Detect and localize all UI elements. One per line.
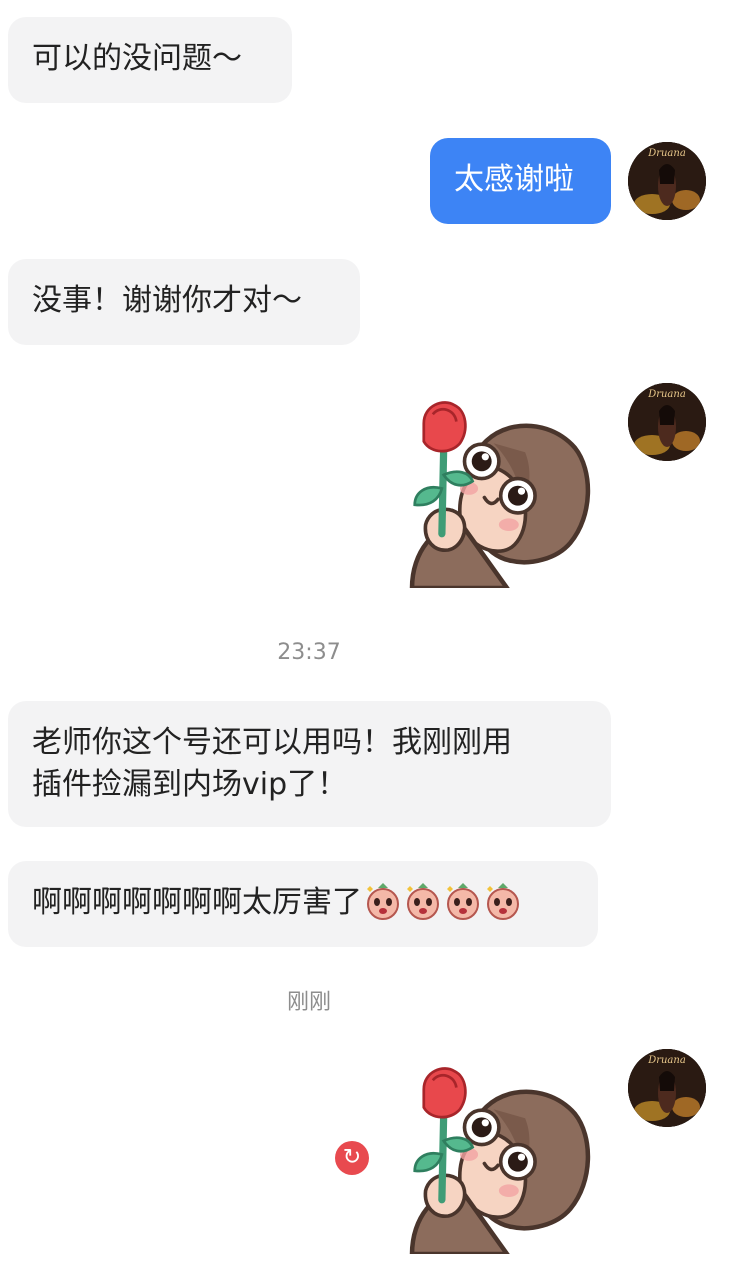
surprised-peach-emoji-icon — [366, 882, 399, 920]
timestamp: 刚刚 — [286, 990, 331, 1015]
incoming-message: 老师你这个号还可以用吗！我刚刚用 插件捡漏到内场vip了！ — [8, 701, 611, 827]
message-text: 太感谢啦 — [454, 162, 574, 197]
avatar[interactable]: Druana — [628, 1049, 706, 1127]
outgoing-message: 太感谢啦 — [430, 138, 611, 224]
resend-icon[interactable]: ↻ — [335, 1141, 369, 1175]
message-text: 啊啊啊啊啊啊啊太厉害了 — [32, 885, 362, 920]
avatar-label: Druana — [647, 1055, 686, 1066]
surprised-peach-emoji-icon — [486, 882, 519, 920]
avatar-image: Druana — [628, 383, 706, 461]
incoming-message: 啊啊啊啊啊啊啊太厉害了 — [8, 861, 598, 947]
incoming-message: 没事！谢谢你才对～ — [8, 259, 360, 345]
message-text: 没事！谢谢你才对～ — [32, 283, 302, 318]
avatar-label: Druana — [647, 148, 686, 159]
rose-sticker[interactable] — [400, 1064, 605, 1254]
rose-sticker[interactable] — [400, 398, 605, 588]
timestamp: 23:37 — [277, 640, 341, 665]
surprised-peach-emoji-icon — [446, 882, 479, 920]
message-text: 可以的没问题～ — [32, 41, 242, 76]
surprised-peach-emoji-icon — [406, 882, 439, 920]
incoming-message: 可以的没问题～ — [8, 17, 292, 103]
message-text-line: 老师你这个号还可以用吗！我刚刚用 — [32, 725, 512, 760]
message-text-line: 插件捡漏到内场vip了！ — [32, 767, 348, 802]
avatar[interactable]: Druana — [628, 142, 706, 220]
avatar-image: Druana — [628, 1049, 706, 1127]
avatar[interactable]: Druana — [628, 383, 706, 461]
avatar-image: Druana — [628, 142, 706, 220]
avatar-label: Druana — [647, 389, 686, 400]
